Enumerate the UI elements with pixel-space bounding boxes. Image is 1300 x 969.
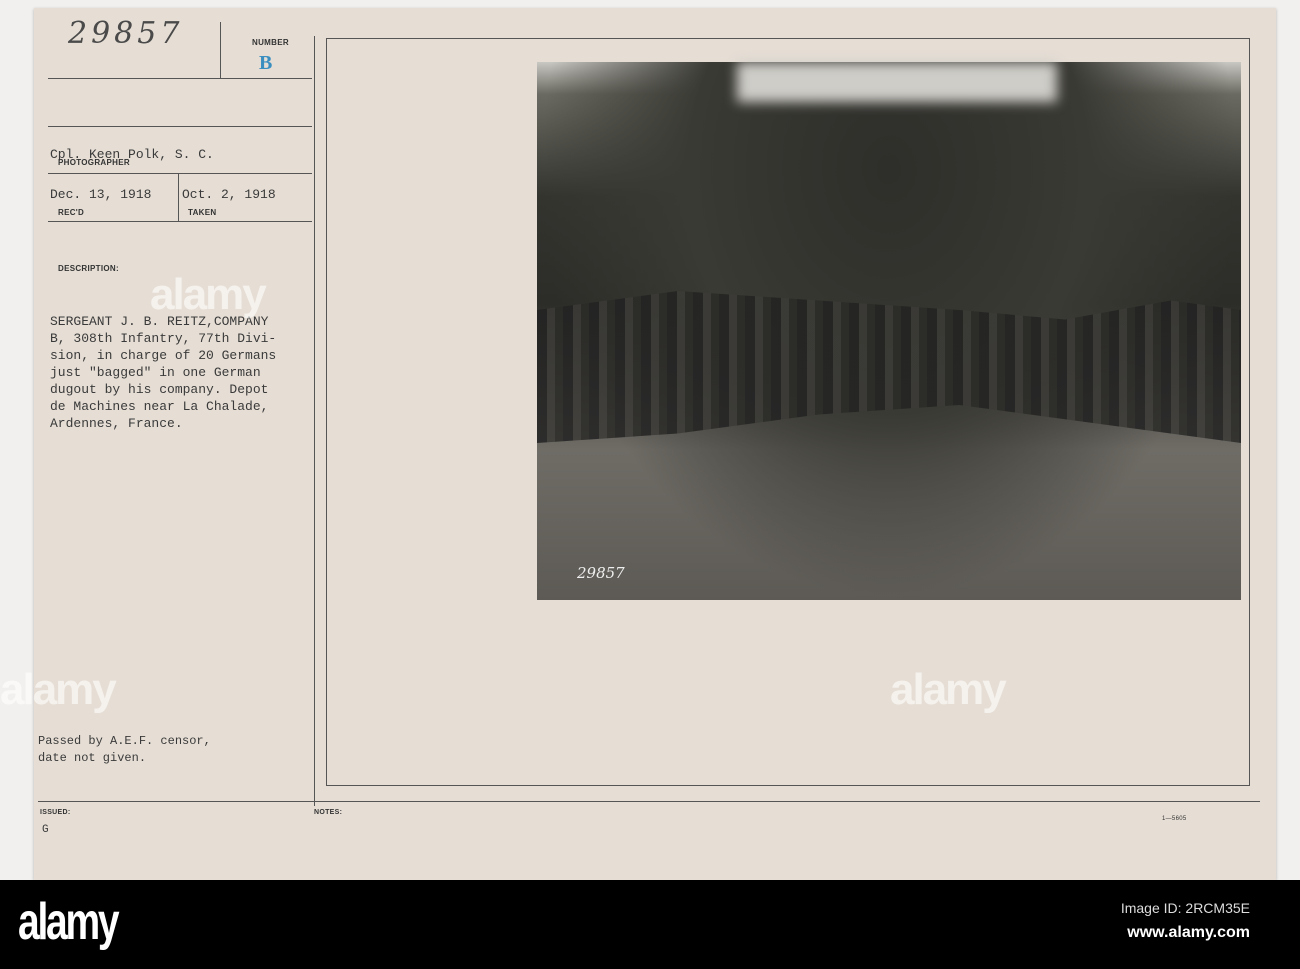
taken-label: TAKEN (188, 208, 217, 217)
alamy-logo: alamy (18, 893, 120, 951)
received-label: REC'D (58, 208, 85, 217)
photograph-soldiers-and-prisoners: 29857 (537, 62, 1241, 600)
divider (48, 173, 312, 174)
photo-crowd (537, 291, 1241, 443)
description-label: DESCRIPTION: (58, 264, 119, 273)
divider (38, 801, 1260, 802)
photo-number: 29857 (577, 564, 625, 582)
photographer-label: PHOTOGRAPHER (58, 158, 130, 167)
number-stamp: B (259, 52, 273, 74)
stock-footer: alamy Image ID: 2RCM35E www.alamy.com (0, 880, 1300, 969)
number-label: NUMBER (252, 38, 289, 47)
divider (178, 173, 179, 221)
received-date: Dec. 13, 1918 (50, 187, 152, 202)
issued-value: G (42, 824, 49, 836)
site-url[interactable]: www.alamy.com (1127, 924, 1250, 942)
photo-sky (737, 62, 1057, 102)
notes-label: NOTES: (314, 809, 343, 816)
taken-date: Oct. 2, 1918 (182, 187, 276, 202)
watermark: alamy (150, 270, 267, 319)
watermark: alamy (0, 665, 117, 714)
divider (48, 126, 312, 127)
divider (48, 221, 312, 222)
issued-label: ISSUED: (40, 809, 71, 816)
watermark: alamy (890, 665, 1007, 714)
description-text: SERGEANT J. B. REITZ,COMPANY B, 308th In… (50, 314, 277, 431)
image-id: Image ID: 2RCM35E (1120, 900, 1250, 916)
censor-note: Passed by A.E.F. censor, date not given. (38, 734, 211, 765)
column-divider (314, 36, 315, 806)
divider (48, 78, 312, 79)
handwritten-number: 29857 (68, 16, 184, 51)
form-code: 1—5605 (1162, 816, 1187, 822)
divider (220, 22, 221, 78)
